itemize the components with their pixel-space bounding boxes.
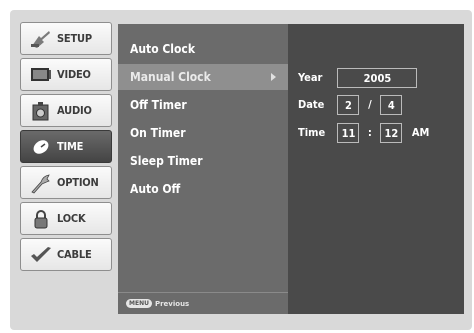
- year-row: Year 2005: [298, 67, 418, 89]
- month-field[interactable]: 2: [337, 95, 360, 115]
- tab-label: SETUP: [57, 32, 92, 45]
- tab-audio[interactable]: AUDIO: [20, 94, 112, 127]
- menu-item-label: Manual Clock: [130, 70, 211, 84]
- tab-label: VIDEO: [57, 68, 91, 81]
- time-separator: :: [367, 126, 372, 139]
- time-row: Time 11 : 12 AM: [298, 122, 429, 144]
- ampm-field[interactable]: AM: [412, 126, 430, 139]
- menu-item-label: Off Timer: [130, 98, 187, 112]
- menu-key-badge: MENU: [126, 299, 152, 308]
- lock-icon: [29, 208, 53, 230]
- tab-label: CABLE: [57, 248, 92, 261]
- menu-item-label: On Timer: [130, 126, 186, 140]
- tab-setup[interactable]: SETUP: [20, 22, 112, 55]
- audio-icon: [29, 100, 53, 122]
- clock-icon: [29, 136, 53, 158]
- tab-option[interactable]: OPTION: [20, 166, 112, 199]
- minute-field[interactable]: 12: [380, 123, 403, 143]
- footer-previous-label: Previous: [154, 299, 190, 308]
- menu-item-label: Auto Off: [130, 182, 181, 196]
- video-icon: [29, 64, 53, 86]
- year-label: Year: [298, 71, 323, 84]
- day-field[interactable]: 4: [380, 95, 403, 115]
- tab-lock[interactable]: LOCK: [20, 202, 112, 235]
- tab-label: OPTION: [57, 176, 99, 189]
- hour-field[interactable]: 11: [337, 123, 360, 143]
- menu-item-manual-clock[interactable]: Manual Clock: [118, 64, 288, 90]
- date-label: Date: [298, 98, 325, 111]
- tab-label: LOCK: [57, 212, 86, 225]
- cable-icon: [29, 244, 53, 266]
- chevron-right-icon: [271, 73, 276, 81]
- menu-item-off-timer[interactable]: Off Timer: [126, 92, 288, 118]
- menu-item-label: Auto Clock: [130, 42, 195, 56]
- menu-item-sleep-timer[interactable]: Sleep Timer: [126, 148, 288, 174]
- time-menu: Auto Clock Manual Clock Off Timer On Tim…: [118, 24, 288, 314]
- tab-label: TIME: [57, 140, 84, 153]
- menu-item-on-timer[interactable]: On Timer: [126, 120, 288, 146]
- date-separator: /: [368, 98, 372, 111]
- year-field[interactable]: 2005: [337, 68, 418, 88]
- date-row: Date 2 / 4: [298, 94, 403, 116]
- tab-time[interactable]: TIME: [20, 130, 112, 163]
- tab-label: AUDIO: [57, 104, 92, 117]
- manual-clock-panel: Year 2005 Date 2 / 4 Time 11 : 12 AM: [288, 24, 464, 314]
- menu-item-auto-off[interactable]: Auto Off: [126, 176, 288, 202]
- tab-cable[interactable]: CABLE: [20, 238, 112, 271]
- tab-video[interactable]: VIDEO: [20, 58, 112, 91]
- option-icon: [29, 172, 53, 194]
- time-label: Time: [298, 126, 326, 139]
- menu-footer: MENU Previous: [118, 292, 288, 314]
- menu-item-label: Sleep Timer: [130, 154, 203, 168]
- setup-icon: [29, 28, 53, 50]
- menu-item-auto-clock[interactable]: Auto Clock: [126, 36, 288, 62]
